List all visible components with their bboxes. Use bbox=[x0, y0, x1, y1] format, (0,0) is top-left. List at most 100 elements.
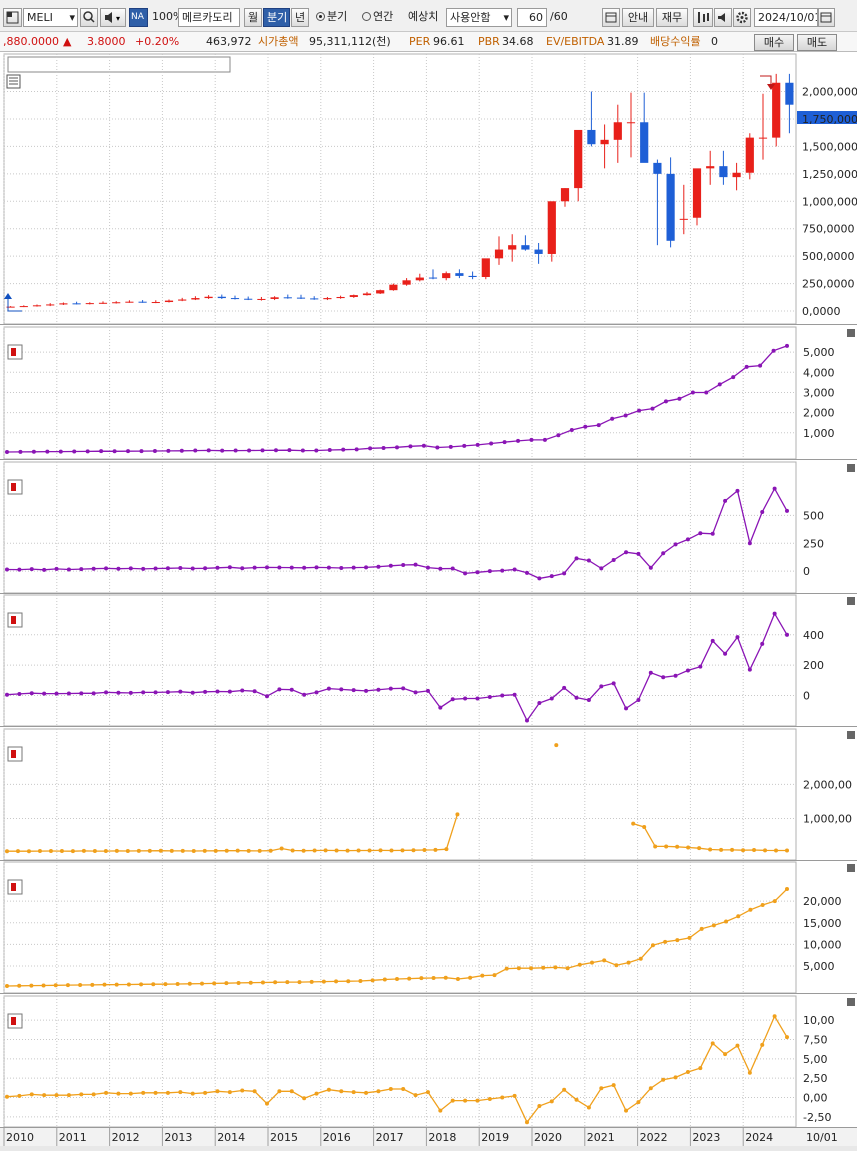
data-point-op_income bbox=[128, 566, 133, 571]
finance-button[interactable]: 재무 bbox=[656, 8, 688, 27]
data-point-op_income bbox=[79, 567, 84, 572]
data-point-net_income bbox=[326, 686, 331, 691]
panel-close-icon[interactable] bbox=[847, 998, 855, 1006]
data-point-op_income bbox=[351, 565, 356, 570]
estimate-select[interactable]: 사용안함 ▾ bbox=[446, 8, 512, 27]
count-input[interactable]: 60 bbox=[517, 8, 547, 27]
data-point-eps bbox=[487, 1097, 492, 1102]
chart-title-box bbox=[7, 56, 231, 73]
sound-icon[interactable] bbox=[714, 8, 732, 27]
panel-y-tick: 5,000 bbox=[803, 346, 835, 359]
panel-close-icon[interactable] bbox=[847, 731, 855, 739]
radio-annual-dot[interactable] bbox=[362, 12, 371, 21]
data-point-revenue bbox=[435, 445, 440, 450]
data-point-total_assets bbox=[200, 981, 204, 986]
candle-body bbox=[125, 301, 134, 303]
data-point-total_assets bbox=[480, 973, 485, 978]
data-point-eps bbox=[710, 1041, 715, 1046]
ev-ebitda-value: 31.89 bbox=[607, 35, 639, 48]
period-year-button[interactable]: 년 bbox=[291, 8, 309, 27]
data-point-op_income bbox=[215, 565, 220, 570]
horizontal-scrollbar[interactable] bbox=[0, 1146, 857, 1151]
symbol-input[interactable]: MELI ▾ bbox=[23, 8, 78, 27]
data-point-net_income bbox=[512, 692, 517, 697]
date-input[interactable]: 2024/10/01 bbox=[754, 8, 818, 27]
data-point-eps bbox=[240, 1088, 245, 1093]
chevron-down-icon[interactable]: ▾ bbox=[503, 9, 509, 26]
radio-annual[interactable]: 연간 bbox=[359, 8, 403, 27]
data-point-eps bbox=[153, 1090, 158, 1095]
data-point-op_income bbox=[723, 498, 728, 503]
period-quarter-button[interactable]: 분기 bbox=[263, 8, 290, 27]
candle-body bbox=[389, 284, 398, 291]
data-point-total_assets bbox=[516, 966, 521, 971]
chevron-down-icon[interactable]: ▾ bbox=[69, 9, 75, 26]
panel-close-icon[interactable] bbox=[847, 597, 855, 605]
data-point-total_assets bbox=[102, 982, 107, 987]
calendar-icon[interactable] bbox=[818, 8, 835, 27]
search-icon[interactable] bbox=[80, 8, 98, 27]
sound-icon[interactable]: ▾ bbox=[100, 8, 126, 27]
data-point-per bbox=[191, 848, 196, 853]
data-point-op_income bbox=[66, 567, 71, 572]
data-point-revenue bbox=[690, 390, 695, 395]
data-point-per bbox=[158, 848, 163, 853]
data-point-op_income bbox=[661, 551, 666, 556]
symbol-value: MELI bbox=[27, 11, 53, 24]
panel-close-icon[interactable] bbox=[847, 329, 855, 337]
data-point-revenue bbox=[5, 449, 9, 454]
panel-y-tick: 2,000,00 bbox=[803, 778, 852, 791]
data-point-op_income bbox=[735, 488, 740, 493]
data-point-revenue bbox=[421, 443, 426, 448]
price-change-pct: +0.20% bbox=[135, 35, 180, 48]
data-point-net_income bbox=[611, 681, 616, 686]
data-point-op_income bbox=[425, 565, 430, 570]
dividend-value: 0 bbox=[711, 35, 718, 48]
na-badge[interactable]: NA bbox=[129, 8, 148, 27]
guide-button[interactable]: 안내 bbox=[622, 8, 654, 27]
chart-tool-icon[interactable] bbox=[693, 8, 713, 27]
data-point-total_assets bbox=[748, 907, 753, 912]
data-point-eps bbox=[648, 1086, 653, 1091]
data-point-op_income bbox=[463, 571, 468, 576]
gear-icon[interactable] bbox=[733, 8, 751, 27]
layout-icon[interactable] bbox=[3, 8, 22, 27]
data-point-net_income bbox=[388, 686, 393, 691]
period-month-button[interactable]: 월 bbox=[244, 8, 262, 27]
sell-button[interactable]: 매도 bbox=[797, 34, 837, 51]
data-point-total_assets bbox=[431, 975, 436, 980]
data-point-total_assets bbox=[346, 979, 351, 984]
calendar-icon[interactable] bbox=[602, 8, 620, 27]
data-point-op_income bbox=[475, 570, 480, 575]
data-point-per bbox=[81, 848, 86, 853]
panel-close-icon[interactable] bbox=[847, 464, 855, 472]
data-point-total_assets bbox=[772, 899, 777, 904]
radio-quarter-label: 분기 bbox=[327, 10, 348, 23]
data-point-eps bbox=[450, 1098, 455, 1103]
data-point-eps bbox=[525, 1120, 529, 1125]
data-point-revenue bbox=[408, 444, 413, 449]
data-point-per bbox=[631, 821, 636, 826]
candle-body bbox=[653, 162, 662, 174]
data-point-per bbox=[378, 848, 383, 853]
data-point-revenue bbox=[529, 437, 534, 442]
panel-y-tick: 3,000 bbox=[803, 386, 835, 399]
data-point-revenue bbox=[206, 448, 211, 453]
candle-body bbox=[270, 297, 279, 299]
radio-quarter-dot[interactable] bbox=[316, 12, 325, 21]
data-point-revenue bbox=[193, 448, 198, 453]
data-point-op_income bbox=[364, 565, 369, 570]
data-point-per bbox=[213, 848, 218, 853]
panel-close-icon[interactable] bbox=[847, 864, 855, 872]
radio-quarter[interactable]: 분기 bbox=[313, 8, 357, 27]
buy-button[interactable]: 매수 bbox=[754, 34, 794, 51]
data-point-op_income bbox=[265, 565, 269, 570]
chart-area[interactable]: 2010 2011 2012 2013 2014 2015 2016 2017 2018 2019… bbox=[0, 53, 857, 1147]
data-point-op_income bbox=[314, 565, 319, 570]
data-point-eps bbox=[302, 1096, 307, 1101]
data-point-per bbox=[730, 847, 735, 852]
candle-body bbox=[666, 173, 675, 241]
candle-body bbox=[613, 122, 622, 140]
data-point-total_assets bbox=[760, 903, 765, 908]
panel-y-tick: 0 bbox=[803, 689, 810, 702]
